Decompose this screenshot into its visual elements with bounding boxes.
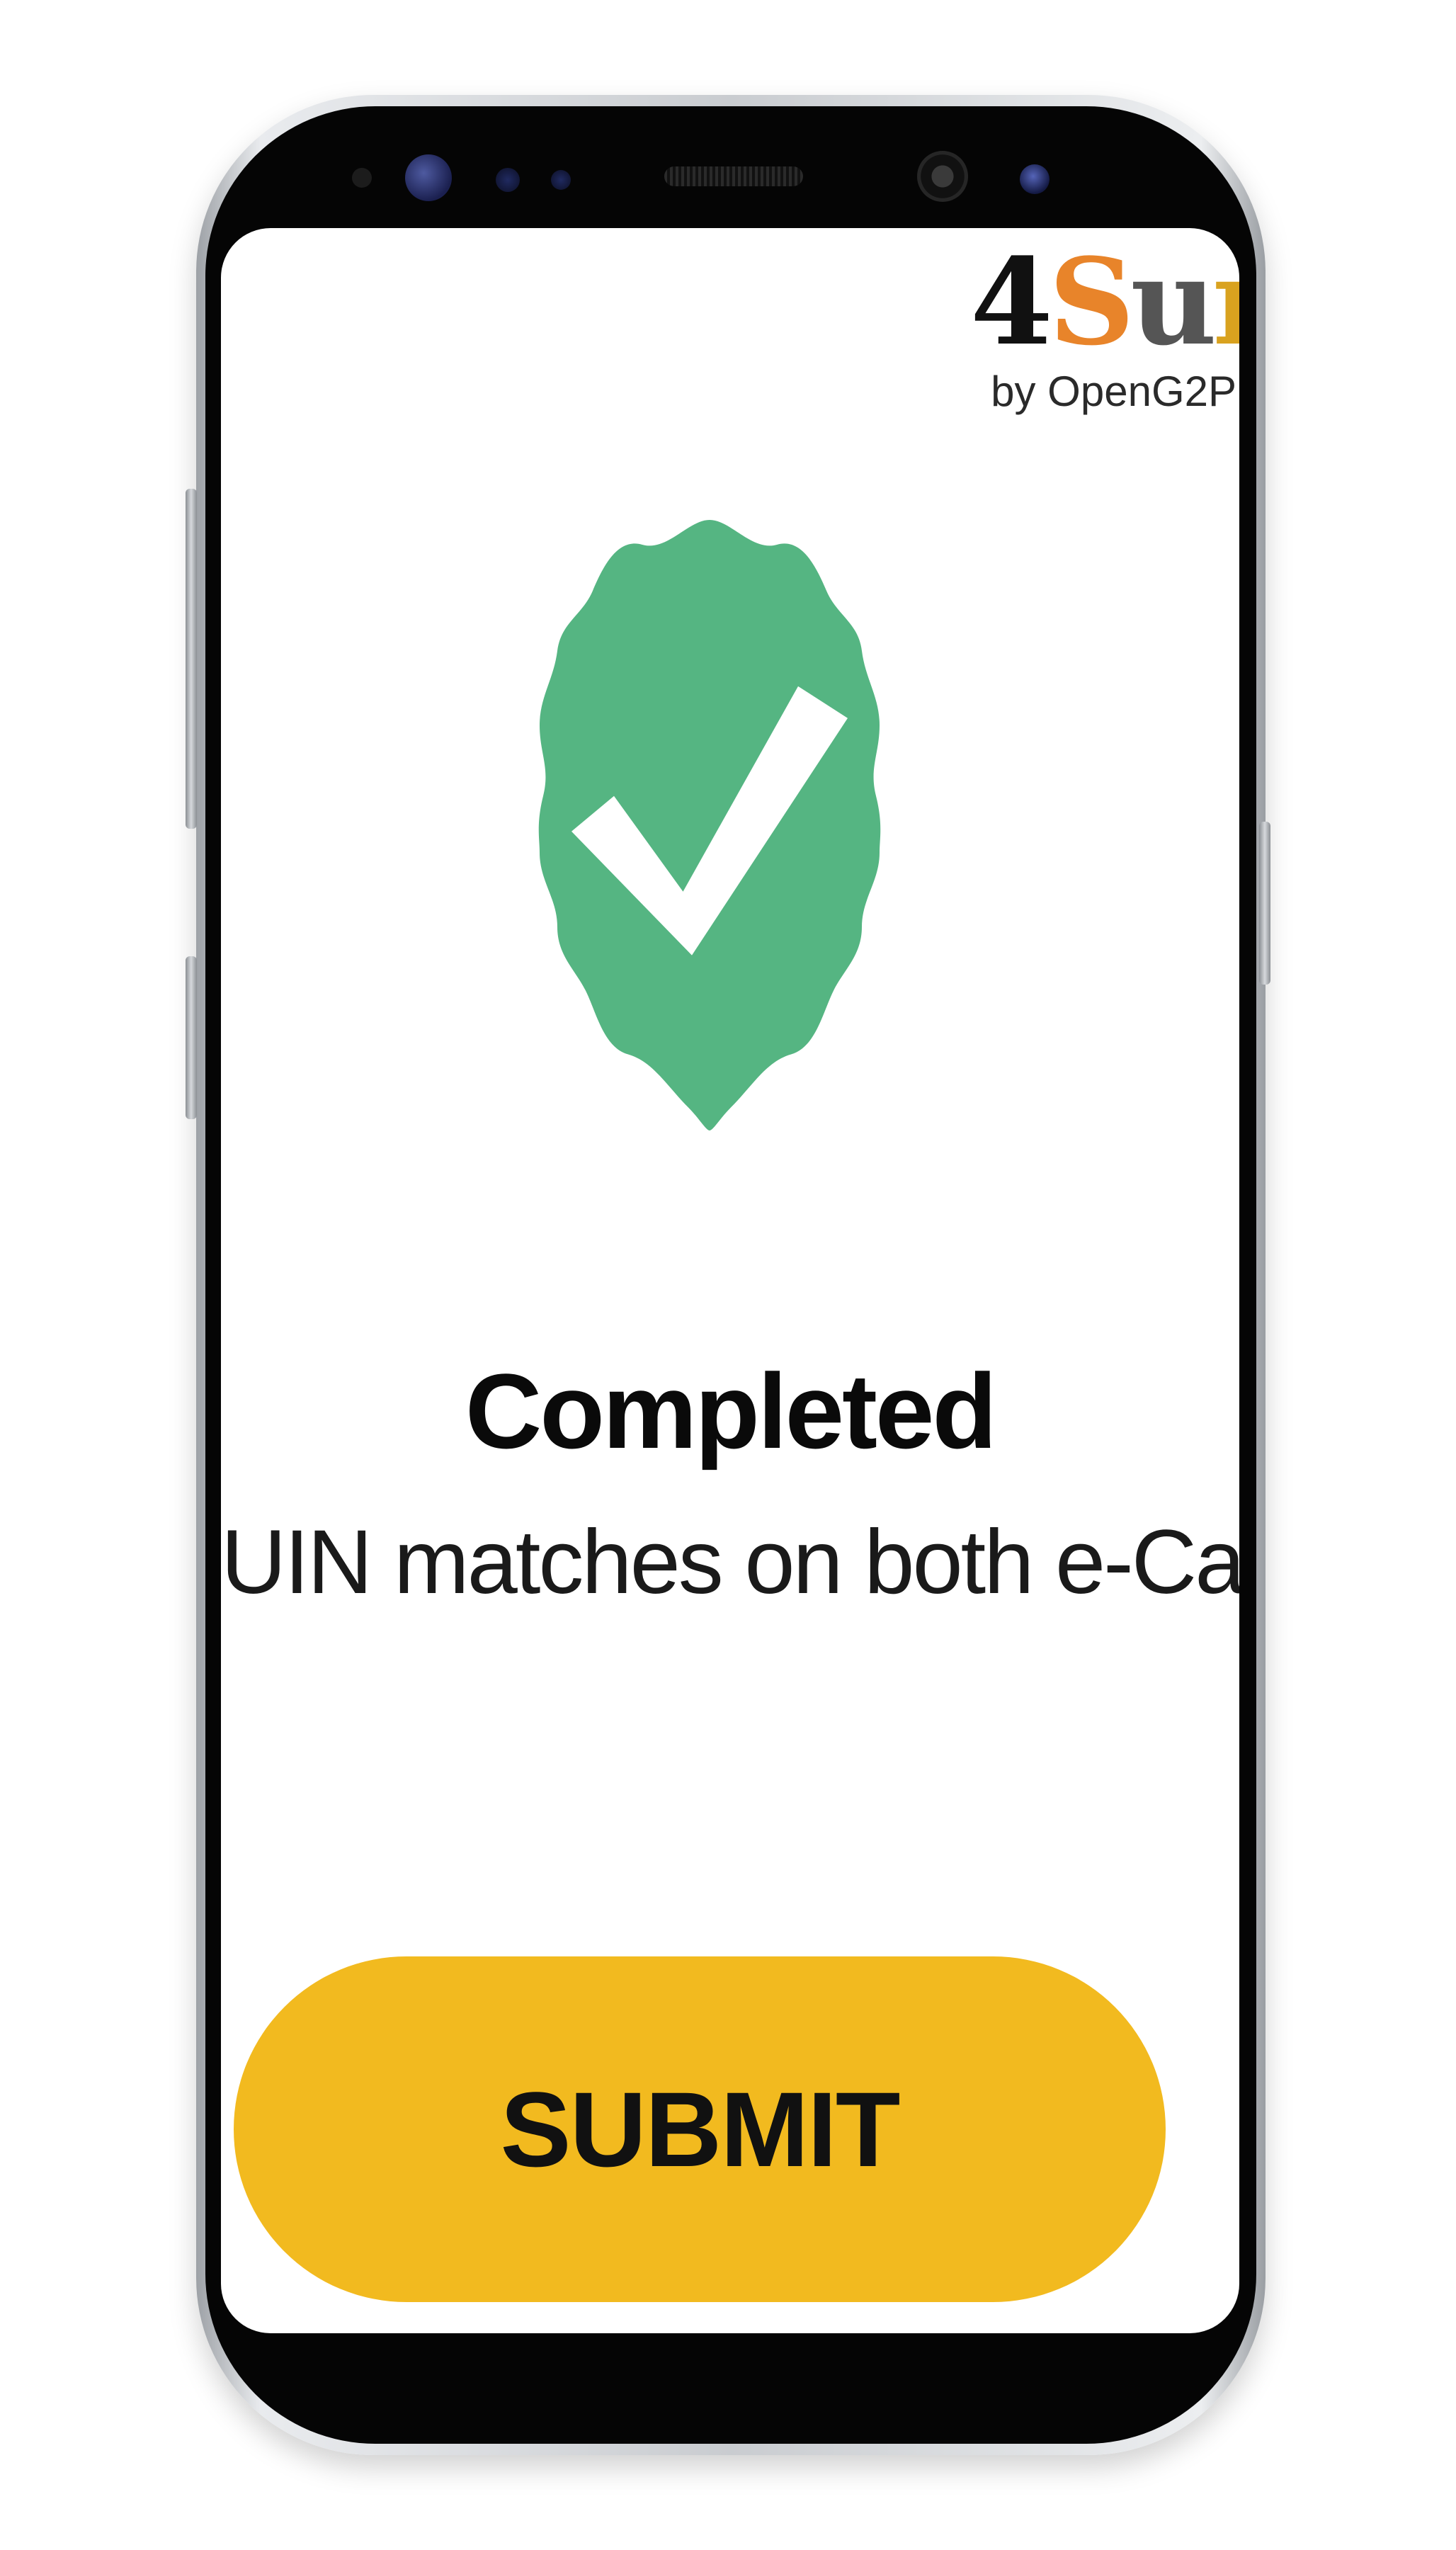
sensor-dot	[496, 168, 520, 192]
status-message: UIN matches on both e-Cards	[221, 1512, 1239, 1613]
front-camera	[917, 151, 968, 202]
status-title: Completed	[465, 1352, 997, 1470]
submit-button-label: SUBMIT	[500, 2069, 901, 2189]
light-sensor	[405, 154, 452, 201]
submit-button[interactable]: SUBMIT	[234, 1956, 1166, 2302]
earpiece-speaker	[664, 166, 803, 186]
power-button	[1259, 822, 1270, 985]
brand-wordmark: 4Sure	[970, 242, 1239, 361]
proximity-sensor	[352, 168, 372, 188]
volume-button	[186, 489, 197, 829]
sensor-dot	[551, 170, 571, 190]
badge-svg	[538, 520, 881, 1130]
device-mockup: 4Sure by OpenG2P Completed UIN matches o…	[0, 0, 1456, 2550]
brand-tagline: by OpenG2P	[991, 368, 1236, 415]
brand-letter: 4	[970, 232, 1053, 372]
iris-scanner	[1020, 164, 1050, 194]
verified-check-icon	[533, 520, 887, 1130]
brand-letter: r	[1212, 242, 1239, 361]
app-screen: 4Sure by OpenG2P Completed UIN matches o…	[221, 228, 1239, 2333]
brand-letter: S	[1048, 232, 1134, 372]
brand-logo: 4Sure by OpenG2P	[970, 242, 1239, 415]
brand-letter: u	[1130, 232, 1217, 372]
assistant-button	[186, 956, 197, 1119]
